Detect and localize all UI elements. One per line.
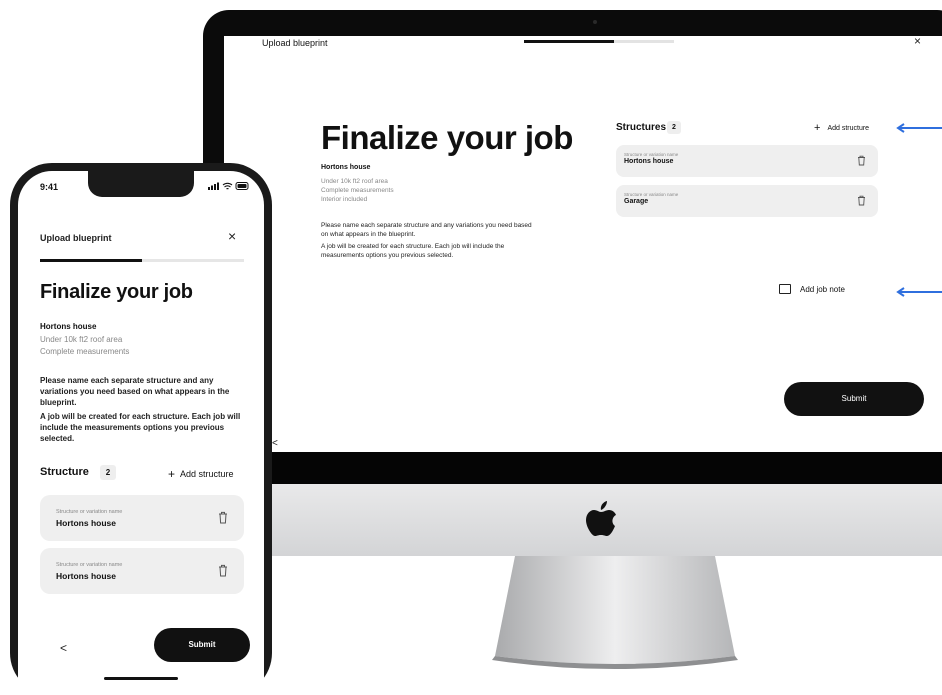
instructions: Please name each separate structure and … xyxy=(321,222,536,264)
submit-button[interactable]: Submit xyxy=(154,628,250,662)
instruction-text: A job will be created for each structure… xyxy=(40,412,241,443)
back-icon[interactable]: < xyxy=(272,438,278,449)
structures-count-badge: 2 xyxy=(667,121,681,134)
job-detail: Under 10k ft2 roof area xyxy=(40,335,123,344)
add-job-note-button[interactable]: Add job note xyxy=(779,284,845,294)
home-indicator xyxy=(104,677,178,680)
structure-field-value: Hortons house xyxy=(624,158,674,165)
structures-heading: Structures xyxy=(616,122,667,133)
back-icon[interactable]: < xyxy=(60,641,67,655)
structure-card[interactable]: Structure or variation name Hortons hous… xyxy=(40,495,244,541)
topbar-title: Upload blueprint xyxy=(262,38,328,48)
instruction-text: Please name each separate structure and … xyxy=(321,222,532,238)
mobile-screen: 9:41 Upload blueprint × Finalize your jo… xyxy=(18,171,264,695)
iphone-device: 9:41 Upload blueprint × Finalize your jo… xyxy=(10,163,272,695)
plus-icon: + xyxy=(168,467,176,481)
structure-card[interactable]: Structure or variation name Garage xyxy=(616,185,878,217)
structure-field-label: Structure or variation name xyxy=(624,152,679,157)
imac-body xyxy=(203,484,942,556)
topbar-title: Upload blueprint xyxy=(40,233,112,243)
instruction-text: A job will be created for each structure… xyxy=(321,243,505,259)
trash-icon[interactable] xyxy=(218,564,228,577)
imac-stand xyxy=(492,556,738,669)
status-time: 9:41 xyxy=(40,182,59,192)
close-icon[interactable]: × xyxy=(914,36,921,48)
desktop-screen: Upload blueprint × Finalize your job Hor… xyxy=(224,36,942,452)
job-name: Hortons house xyxy=(40,322,97,331)
add-structure-label: Add structure xyxy=(180,469,234,479)
structure-card[interactable]: Structure or variation name Hortons hous… xyxy=(616,145,878,177)
plus-icon: + xyxy=(814,122,821,134)
instructions: Please name each separate structure and … xyxy=(40,375,250,447)
add-structure-button[interactable]: + Add structure xyxy=(814,122,869,134)
structure-card[interactable]: Structure or variation name Hortons hous… xyxy=(40,548,244,594)
structure-field-label: Structure or variation name xyxy=(624,192,679,197)
trash-icon[interactable] xyxy=(218,511,228,524)
note-icon xyxy=(779,284,791,294)
status-icons xyxy=(208,182,249,190)
camera-icon xyxy=(593,20,597,24)
job-detail: Under 10k ft2 roof area xyxy=(321,178,388,185)
progress-bar xyxy=(524,40,674,43)
add-structure-button[interactable]: + Add structure xyxy=(168,467,234,481)
add-structure-label: Add structure xyxy=(827,125,870,132)
phone-notch xyxy=(88,171,194,197)
structure-field-label: Structure or variation name xyxy=(56,562,123,568)
job-detail: Interior included xyxy=(321,196,368,203)
close-icon[interactable]: × xyxy=(228,228,236,244)
structure-field-value: Garage xyxy=(624,198,649,205)
job-name: Hortons house xyxy=(321,164,371,171)
apple-logo-icon xyxy=(586,501,616,536)
progress-fill xyxy=(40,259,142,262)
structure-field-label: Structure or variation name xyxy=(56,509,123,515)
instruction-text: Please name each separate structure and … xyxy=(40,376,230,407)
arrow-left-icon xyxy=(896,123,942,133)
imac-chin xyxy=(203,452,942,484)
page-title: Finalize your job xyxy=(40,281,193,303)
structures-heading: Structure xyxy=(40,466,89,478)
add-job-note-label: Add job note xyxy=(800,285,845,294)
structures-count-badge: 2 xyxy=(100,465,116,480)
job-details: Under 10k ft2 roof area Complete measure… xyxy=(40,334,129,358)
job-detail: Complete measurements xyxy=(321,187,394,194)
structure-field-value: Hortons house xyxy=(56,571,116,581)
job-detail: Complete measurements xyxy=(40,347,130,356)
trash-icon[interactable] xyxy=(857,155,866,166)
trash-icon[interactable] xyxy=(857,195,866,206)
arrow-left-icon xyxy=(896,287,942,297)
submit-button[interactable]: Submit xyxy=(784,382,924,416)
job-details: Under 10k ft2 roof area Complete measure… xyxy=(321,177,394,204)
page-title: Finalize your job xyxy=(321,119,573,156)
progress-fill xyxy=(524,40,614,43)
structure-field-value: Hortons house xyxy=(56,518,116,528)
progress-bar xyxy=(40,259,244,262)
